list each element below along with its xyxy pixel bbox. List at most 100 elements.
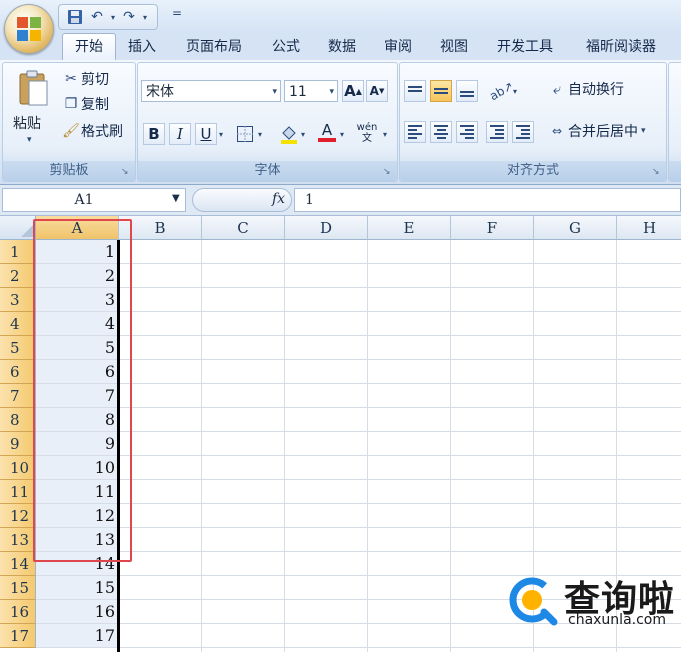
ribbon-tabs: 开始 插入 页面布局 公式 数据 审阅 视图 开发工具 福昕阅读器 [0,33,681,61]
column-header-c[interactable]: C [202,216,285,240]
tab-foxit-reader[interactable]: 福昕阅读器 [574,34,668,60]
tab-page-layout[interactable]: 页面布局 [176,34,252,60]
merge-dropdown-icon[interactable]: ▾ [641,126,646,136]
align-bottom-icon[interactable] [456,80,478,102]
row-header[interactable]: 4 [0,312,36,336]
name-box-dropdown-icon[interactable]: ▼ [172,193,180,204]
row-header[interactable]: 13 [0,528,36,552]
row-header[interactable]: 15 [0,576,36,600]
font-size-select[interactable]: 11 ▾ [284,80,338,102]
undo-dropdown-icon[interactable]: ▾ [109,13,117,22]
office-button[interactable] [4,4,54,54]
cell-a15[interactable]: 15 [36,576,119,600]
decrease-indent-icon[interactable] [486,121,508,143]
column-header-d[interactable]: D [285,216,368,240]
tab-home[interactable]: 开始 [62,33,116,61]
row-header[interactable]: 11 [0,480,36,504]
font-launcher-icon[interactable]: ↘ [383,167,393,177]
number-group-label [669,161,681,181]
cell-a16[interactable]: 16 [36,600,119,624]
font-name-select[interactable]: 宋体 ▾ [141,80,281,102]
orientation-dropdown-icon[interactable]: ▾ [513,87,517,96]
column-header-h[interactable]: H [617,216,681,240]
align-top-icon[interactable] [404,80,426,102]
underline-button[interactable]: U [195,123,217,145]
font-color-button[interactable]: A [316,121,338,143]
tab-review[interactable]: 审阅 [374,34,422,60]
tab-formulas[interactable]: 公式 [262,34,310,60]
row-header[interactable]: 6 [0,360,36,384]
grid-line [119,407,681,408]
font-name-dropdown-icon: ▾ [272,87,277,97]
phonetic-dropdown-icon[interactable]: ▾ [383,130,387,139]
row-header[interactable]: 14 [0,552,36,576]
row-header[interactable]: 5 [0,336,36,360]
wrap-text-label: 自动换行 [568,82,624,98]
format-painter-button[interactable]: 🖌 格式刷 [61,121,123,141]
tab-insert[interactable]: 插入 [118,34,166,60]
select-all-button[interactable] [0,216,36,240]
alignment-launcher-icon[interactable]: ↘ [652,167,662,177]
redo-dropdown-icon[interactable]: ▾ [141,13,149,22]
row-header[interactable]: 3 [0,288,36,312]
grid-line [119,455,681,456]
row-header[interactable]: 17 [0,624,36,648]
redo-icon[interactable]: ↷ [119,8,139,26]
column-header-g[interactable]: G [534,216,617,240]
align-right-icon[interactable] [456,121,478,143]
font-name-value: 宋体 [146,84,174,100]
row-header[interactable]: 12 [0,504,36,528]
cut-button[interactable]: ✂ 剪切 [61,69,109,89]
row-header[interactable]: 7 [0,384,36,408]
merge-center-button[interactable]: ⇔ 合并后居中 ▾ [546,121,646,141]
orientation-icon[interactable]: ab↗ [488,79,517,104]
borders-button[interactable] [234,123,256,145]
formula-input[interactable]: 1 [294,188,681,212]
format-painter-icon: 🖌 [62,123,80,139]
column-header-e[interactable]: E [368,216,451,240]
tab-developer[interactable]: 开发工具 [486,34,564,60]
row-header[interactable]: 9 [0,432,36,456]
undo-icon[interactable]: ↶ [87,8,107,26]
bold-button[interactable]: B [143,123,165,145]
row-header[interactable]: 8 [0,408,36,432]
align-middle-icon[interactable] [430,80,452,102]
row-header[interactable]: 16 [0,600,36,624]
fill-color-dropdown-icon[interactable]: ▾ [301,130,305,139]
grid-line [367,240,368,652]
save-icon[interactable] [65,8,85,26]
row-header[interactable]: 10 [0,456,36,480]
grid-line [119,551,681,552]
copy-icon: ❐ [64,96,78,112]
paste-dropdown-icon[interactable]: ▾ [27,135,32,145]
italic-button[interactable]: I [169,123,191,145]
alignment-group: ab↗ ▾ ⤶ 自动换行 ⇔ 合并后居中 ▾ 对齐方式 ↘ [399,62,667,182]
name-box[interactable]: A1 [2,188,186,212]
grow-font-icon[interactable]: A ▲ [342,80,364,102]
column-header-f[interactable]: F [451,216,534,240]
underline-dropdown-icon[interactable]: ▾ [219,130,223,139]
format-painter-label: 格式刷 [81,124,123,140]
copy-button[interactable]: ❐ 复制 [61,94,109,114]
wrap-text-button[interactable]: ⤶ 自动换行 [546,79,624,99]
borders-dropdown-icon[interactable]: ▾ [258,130,262,139]
grid-line [119,647,681,648]
tab-view[interactable]: 视图 [430,34,478,60]
align-center-icon[interactable] [430,121,452,143]
align-left-icon[interactable] [404,121,426,143]
quick-access-toolbar: ↶ ▾ ↷ ▾ [58,4,158,30]
increase-indent-icon[interactable] [512,121,534,143]
tab-data[interactable]: 数据 [318,34,366,60]
clipboard-launcher-icon[interactable]: ↘ [121,167,131,177]
row-header[interactable]: 1 [0,240,36,264]
insert-function-icon[interactable]: fx [272,191,285,207]
font-color-dropdown-icon[interactable]: ▾ [340,130,344,139]
grid-line [450,240,451,652]
phonetic-guide-button[interactable]: wén 文 [352,119,382,147]
cell-a17[interactable]: 17 [36,624,119,648]
customize-qat-icon[interactable]: = [172,6,182,20]
row-header[interactable]: 2 [0,264,36,288]
watermark: 查询啦 chaxunla.com [508,568,678,638]
shrink-font-icon[interactable]: A ▼ [366,80,388,102]
fill-color-button[interactable] [278,123,300,145]
